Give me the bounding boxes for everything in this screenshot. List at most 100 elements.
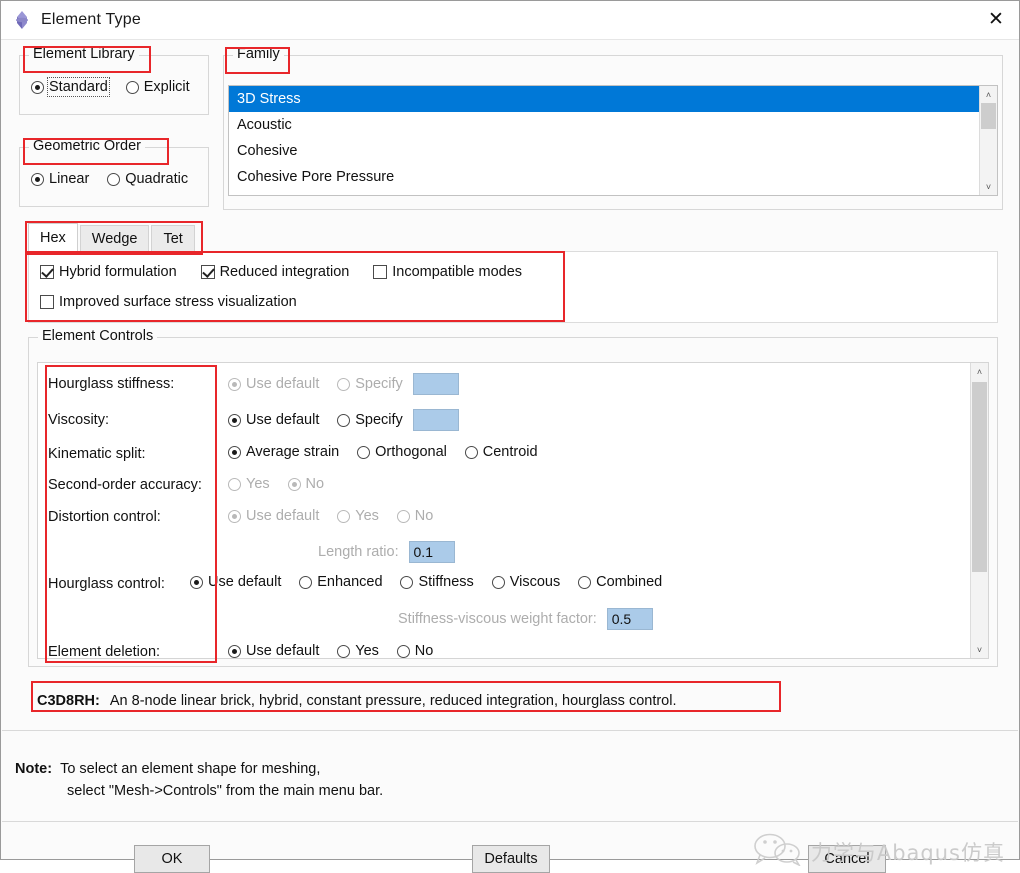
radio-kinematic-centroid-label: Centroid bbox=[482, 444, 538, 461]
radio-hourglass-control-use-default[interactable]: Use default bbox=[190, 574, 281, 590]
radio-distortion-no[interactable]: No bbox=[396, 508, 434, 525]
row-length-ratio: Length ratio: 0.1 bbox=[318, 541, 455, 563]
radio-linear[interactable]: Linear bbox=[31, 171, 89, 187]
element-controls-scroll-track[interactable] bbox=[971, 380, 988, 641]
row-viscosity: Use default Specify bbox=[228, 409, 459, 431]
checkbox-improved-surface-stress[interactable]: Improved surface stress visualization bbox=[40, 294, 297, 310]
ok-button[interactable]: OK bbox=[134, 845, 210, 873]
radio-distortion-yes-label: Yes bbox=[355, 508, 379, 525]
scroll-up-icon[interactable]: ˄ bbox=[971, 363, 988, 380]
list-item[interactable]: 3D Stress bbox=[229, 86, 979, 112]
radio-element-deletion-yes-label: Yes bbox=[355, 643, 379, 659]
radio-second-order-no[interactable]: No bbox=[287, 476, 324, 492]
radio-kinematic-orthogonal[interactable]: Orthogonal bbox=[357, 444, 447, 460]
checkbox-reduced-integration[interactable]: Reduced integration bbox=[200, 264, 349, 280]
note-line-1: To select an element shape for meshing, bbox=[60, 761, 321, 777]
element-controls-scroll-area: Hourglass stiffness: Viscosity: Kinemati… bbox=[37, 362, 989, 659]
radio-explicit[interactable]: Explicit bbox=[125, 79, 190, 96]
radio-hourglass-stiffness-specify[interactable]: Specify bbox=[337, 376, 403, 392]
radio-distortion-use-default[interactable]: Use default bbox=[228, 508, 319, 524]
radio-hourglass-control-enhanced-label: Enhanced bbox=[317, 574, 383, 591]
checkbox-incompatible-modes[interactable]: Incompatible modes bbox=[373, 264, 522, 280]
tab-tet[interactable]: Tet bbox=[151, 225, 195, 251]
note-prefix: Note: bbox=[15, 761, 53, 777]
checkbox-hybrid-formulation[interactable]: Hybrid formulation bbox=[40, 264, 177, 280]
label-second-order-accuracy: Second-order accuracy: bbox=[48, 477, 202, 493]
family-listbox[interactable]: 3D Stress Acoustic Cohesive Cohesive Por… bbox=[228, 85, 998, 196]
radio-element-deletion-no[interactable]: No bbox=[396, 643, 434, 659]
radio-hourglass-stiffness-use-default[interactable]: Use default bbox=[228, 376, 319, 392]
checkbox-improved-surface-stress-icon bbox=[40, 295, 54, 310]
scroll-down-icon[interactable]: ˅ bbox=[980, 178, 997, 195]
radio-viscosity-specify[interactable]: Specify bbox=[337, 412, 403, 428]
radio-explicit-label: Explicit bbox=[143, 79, 190, 96]
radio-hourglass-control-stiffness[interactable]: Stiffness bbox=[400, 574, 474, 590]
radio-kinematic-centroid[interactable]: Centroid bbox=[464, 444, 538, 461]
tab-hex[interactable]: Hex bbox=[28, 223, 78, 251]
element-controls-scrollbar[interactable]: ˄ ˅ bbox=[970, 363, 988, 658]
radio-hourglass-stiffness-specify-label: Specify bbox=[355, 376, 403, 392]
input-length-ratio[interactable]: 0.1 bbox=[408, 541, 455, 563]
watermark-text: 力学与Abaqus仿真 bbox=[810, 841, 1005, 865]
input-hourglass-stiffness-value[interactable] bbox=[412, 373, 459, 395]
row-element-deletion: Use default Yes No bbox=[228, 642, 447, 659]
radio-standard[interactable]: Standard bbox=[31, 77, 110, 98]
radio-viscosity-use-default-icon bbox=[228, 413, 241, 427]
radio-distortion-yes[interactable]: Yes bbox=[337, 508, 379, 524]
element-library-group: Element Library Standard Explicit bbox=[19, 46, 209, 115]
list-item[interactable]: Acoustic bbox=[229, 112, 979, 138]
wechat-watermark: 力学与Abaqus仿真 bbox=[751, 832, 1005, 872]
radio-hourglass-control-viscous-icon bbox=[491, 575, 505, 589]
family-scroll-thumb[interactable] bbox=[981, 103, 996, 129]
radio-hourglass-control-enhanced[interactable]: Enhanced bbox=[299, 574, 383, 591]
radio-distortion-no-label: No bbox=[414, 508, 434, 525]
radio-second-order-yes-label: Yes bbox=[246, 476, 270, 493]
radio-element-deletion-yes[interactable]: Yes bbox=[337, 643, 379, 659]
tab-tet-label: Tet bbox=[163, 231, 183, 247]
radio-kinematic-average-strain[interactable]: Average strain bbox=[228, 444, 339, 460]
defaults-button-label: Defaults bbox=[484, 851, 538, 867]
defaults-button[interactable]: Defaults bbox=[472, 845, 550, 873]
radio-hourglass-control-combined[interactable]: Combined bbox=[578, 574, 662, 590]
radio-element-deletion-no-label: No bbox=[414, 643, 434, 659]
input-viscosity-value[interactable] bbox=[412, 409, 459, 431]
radio-kinematic-average-strain-icon bbox=[228, 445, 241, 459]
family-scrollbar[interactable]: ˄ ˅ bbox=[979, 86, 997, 195]
input-stiffness-viscous-weight-factor[interactable]: 0.5 bbox=[606, 608, 653, 630]
radio-distortion-yes-icon bbox=[337, 509, 351, 523]
radio-kinematic-centroid-icon bbox=[464, 445, 478, 459]
radio-second-order-yes[interactable]: Yes bbox=[228, 476, 270, 492]
element-controls-scroll-thumb[interactable] bbox=[972, 382, 987, 572]
radio-viscosity-use-default[interactable]: Use default bbox=[228, 412, 319, 428]
row-second-order-accuracy: Yes No bbox=[228, 475, 338, 492]
geometric-order-group: Geometric Order Linear Quadratic bbox=[19, 138, 209, 207]
label-kinematic-split: Kinematic split: bbox=[48, 446, 146, 462]
abaqus-diamond-icon bbox=[11, 9, 33, 31]
radio-hourglass-control-enhanced-icon bbox=[299, 575, 313, 589]
list-item[interactable]: Cohesive bbox=[229, 138, 979, 164]
radio-element-deletion-use-default[interactable]: Use default bbox=[228, 643, 319, 658]
radio-standard-label: Standard bbox=[47, 77, 110, 98]
divider-bottom bbox=[2, 821, 1018, 822]
list-item[interactable]: Cohesive Pore Pressure bbox=[229, 164, 979, 190]
checkbox-incompatible-modes-icon bbox=[373, 265, 388, 280]
close-icon[interactable]: ✕ bbox=[973, 1, 1019, 38]
scroll-down-icon[interactable]: ˅ bbox=[971, 641, 988, 658]
family-scroll-track[interactable] bbox=[980, 103, 997, 178]
family-item-label: 3D Stress bbox=[237, 91, 301, 107]
label-distortion-control: Distortion control: bbox=[48, 509, 161, 525]
radio-hourglass-control-viscous[interactable]: Viscous bbox=[491, 574, 560, 590]
radio-quadratic[interactable]: Quadratic bbox=[107, 171, 188, 187]
scroll-up-icon[interactable]: ˄ bbox=[980, 86, 997, 103]
radio-hourglass-stiffness-specify-icon bbox=[337, 377, 351, 391]
row-hourglass-stiffness: Use default Specify bbox=[228, 373, 459, 395]
formulation-panel: Hybrid formulation Reduced integration I… bbox=[28, 251, 998, 323]
label-element-deletion: Element deletion: bbox=[48, 644, 161, 659]
ok-button-label: OK bbox=[161, 851, 183, 867]
radio-quadratic-icon bbox=[107, 172, 121, 186]
family-item-label: Acoustic bbox=[237, 117, 292, 133]
tab-wedge[interactable]: Wedge bbox=[79, 225, 150, 251]
shape-tabs: Hex Wedge Tet bbox=[28, 223, 197, 251]
page-title: Element Type bbox=[41, 11, 141, 28]
dialog-body: Element Library Standard Explicit Geomet… bbox=[1, 40, 1019, 873]
